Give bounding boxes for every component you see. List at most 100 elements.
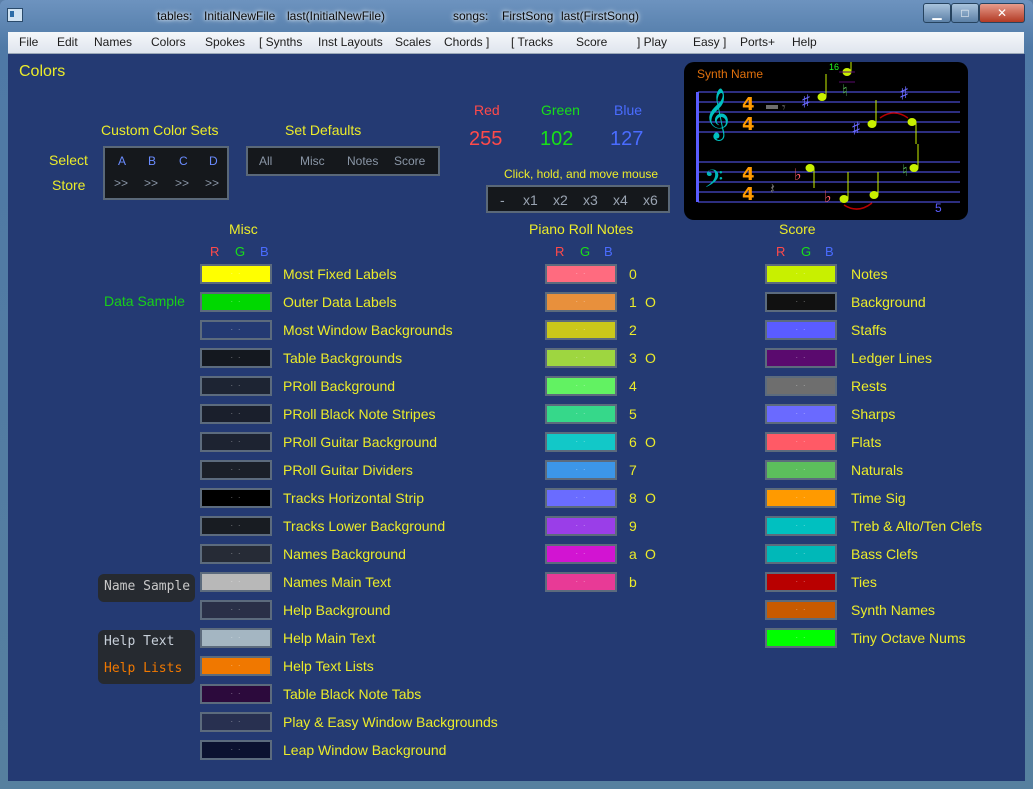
- proll-swatch[interactable]: [545, 264, 617, 284]
- proll-swatch[interactable]: [545, 320, 617, 340]
- misc-swatch[interactable]: [200, 712, 272, 732]
- store-set-a[interactable]: >>: [114, 176, 128, 190]
- default-score-button[interactable]: Score: [394, 154, 425, 168]
- score-swatch[interactable]: [765, 404, 837, 424]
- proll-swatch[interactable]: [545, 516, 617, 536]
- misc-swatch[interactable]: [200, 600, 272, 620]
- proll-octave-mark: O: [645, 350, 656, 366]
- score-swatch[interactable]: [765, 572, 837, 592]
- misc-swatch[interactable]: [200, 516, 272, 536]
- menu-edit[interactable]: Edit: [57, 35, 78, 49]
- misc-label: Tracks Horizontal Strip: [283, 490, 425, 506]
- misc-swatch[interactable]: [200, 320, 272, 340]
- score-swatch[interactable]: [765, 460, 837, 480]
- default-misc-button[interactable]: Misc: [300, 154, 325, 168]
- proll-swatch[interactable]: [545, 404, 617, 424]
- multiplier-x2[interactable]: x2: [553, 192, 568, 208]
- minimize-button[interactable]: ▁: [923, 3, 951, 23]
- score-swatch[interactable]: [765, 432, 837, 452]
- score-swatch[interactable]: [765, 516, 837, 536]
- score-swatch[interactable]: [765, 600, 837, 620]
- proll-swatch[interactable]: [545, 348, 617, 368]
- title-bar[interactable]: tables: InitialNewFile last(InitialNewFi…: [0, 0, 1033, 30]
- score-swatch[interactable]: [765, 488, 837, 508]
- maximize-icon: □: [961, 6, 969, 20]
- multiplier-x1[interactable]: x1: [523, 192, 538, 208]
- blue-value[interactable]: 127: [610, 128, 643, 151]
- misc-swatch[interactable]: [200, 740, 272, 760]
- proll-swatch[interactable]: [545, 460, 617, 480]
- misc-swatch[interactable]: [200, 432, 272, 452]
- multiplier-x6[interactable]: x6: [643, 192, 658, 208]
- proll-swatch[interactable]: [545, 544, 617, 564]
- misc-swatch[interactable]: [200, 656, 272, 676]
- misc-swatch[interactable]: [200, 544, 272, 564]
- menu-colors[interactable]: Colors: [151, 35, 186, 49]
- songs-last: last(FirstSong): [561, 9, 640, 23]
- misc-swatch[interactable]: [200, 264, 272, 284]
- misc-swatch[interactable]: [200, 292, 272, 312]
- menu-scales[interactable]: Scales: [395, 35, 431, 49]
- menu-tracks[interactable]: [ Tracks: [511, 35, 553, 49]
- select-set-b[interactable]: B: [148, 154, 156, 168]
- proll-swatch[interactable]: [545, 292, 617, 312]
- maximize-button[interactable]: □: [951, 3, 979, 23]
- misc-swatch[interactable]: [200, 628, 272, 648]
- score-swatch[interactable]: [765, 544, 837, 564]
- red-value[interactable]: 255: [469, 128, 502, 151]
- misc-label: Names Background: [283, 546, 406, 562]
- misc-swatch[interactable]: [200, 404, 272, 424]
- close-button[interactable]: ✕: [979, 3, 1025, 23]
- menu-spokes[interactable]: Spokes: [205, 35, 245, 49]
- proll-swatch[interactable]: [545, 572, 617, 592]
- misc-swatch[interactable]: [200, 684, 272, 704]
- proll-swatch[interactable]: [545, 488, 617, 508]
- tables-last: last(InitialNewFile): [287, 9, 386, 23]
- proll-swatch[interactable]: [545, 432, 617, 452]
- multiplier-minus[interactable]: -: [500, 192, 505, 208]
- score-swatch[interactable]: [765, 348, 837, 368]
- green-value[interactable]: 102: [540, 128, 573, 151]
- set-defaults-panel: All Misc Notes Score: [246, 146, 440, 176]
- select-set-d[interactable]: D: [209, 154, 218, 168]
- select-set-a[interactable]: A: [118, 154, 126, 168]
- store-set-c[interactable]: >>: [175, 176, 189, 190]
- data-sample: Data Sample: [104, 293, 185, 309]
- store-set-b[interactable]: >>: [144, 176, 158, 190]
- multiplier-x3[interactable]: x3: [583, 192, 598, 208]
- menu-ports[interactable]: Ports+: [740, 35, 775, 49]
- multiplier-x4[interactable]: x4: [613, 192, 628, 208]
- score-label: Tiny Octave Nums: [851, 630, 966, 646]
- menu-score[interactable]: Score: [576, 35, 607, 49]
- score-swatch[interactable]: [765, 376, 837, 396]
- colors-window: Colors Custom Color Sets Select Store A …: [8, 54, 1025, 781]
- menu-play[interactable]: ] Play: [637, 35, 667, 49]
- menu-help[interactable]: Help: [792, 35, 817, 49]
- misc-swatch[interactable]: [200, 348, 272, 368]
- misc-swatch[interactable]: [200, 488, 272, 508]
- name-sample-box: Name Sample: [98, 574, 195, 602]
- menu-chords[interactable]: Chords ]: [444, 35, 489, 49]
- misc-swatch[interactable]: [200, 572, 272, 592]
- score-swatch[interactable]: [765, 292, 837, 312]
- menu-names[interactable]: Names: [94, 35, 132, 49]
- misc-r-header: R: [210, 244, 220, 259]
- proll-swatch[interactable]: [545, 376, 617, 396]
- menu-easy[interactable]: Easy ]: [693, 35, 726, 49]
- score-swatch[interactable]: [765, 320, 837, 340]
- set-defaults-title: Set Defaults: [285, 122, 362, 138]
- store-set-d[interactable]: >>: [205, 176, 219, 190]
- menu-inst-layouts[interactable]: Inst Layouts: [318, 35, 383, 49]
- misc-swatch[interactable]: [200, 460, 272, 480]
- score-preview: Synth Name 16 5 𝄞 𝄢 4 4 4 4 𝄾 ♯ ♯ ♯ ♮ ♮ …: [684, 62, 968, 220]
- menu-file[interactable]: File: [19, 35, 38, 49]
- svg-text:♮: ♮: [902, 163, 908, 180]
- score-swatch[interactable]: [765, 628, 837, 648]
- default-notes-button[interactable]: Notes: [347, 154, 378, 168]
- misc-swatch[interactable]: [200, 376, 272, 396]
- menu-synths[interactable]: [ Synths: [259, 35, 302, 49]
- default-all-button[interactable]: All: [259, 154, 272, 168]
- select-set-c[interactable]: C: [179, 154, 188, 168]
- misc-label: Outer Data Labels: [283, 294, 397, 310]
- score-swatch[interactable]: [765, 264, 837, 284]
